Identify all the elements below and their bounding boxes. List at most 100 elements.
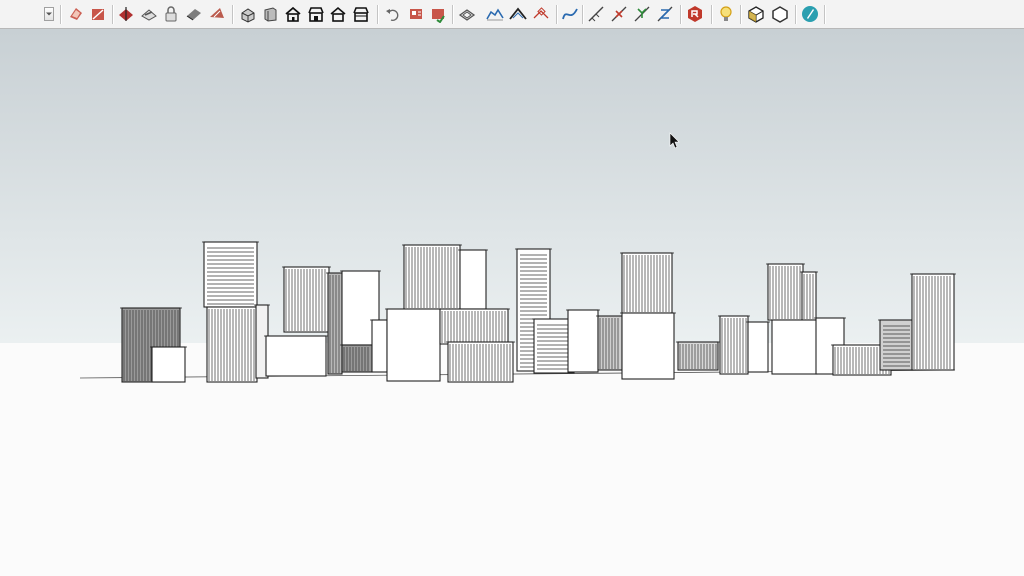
building-floor-lines bbox=[207, 247, 254, 305]
iso-view-icon bbox=[241, 8, 255, 23]
face-style-button[interactable] bbox=[184, 4, 204, 24]
sandbox-contours-button[interactable] bbox=[457, 4, 477, 24]
section-plane-icon bbox=[119, 7, 133, 21]
axis-y-button[interactable] bbox=[632, 4, 652, 24]
toolbar-separator bbox=[112, 5, 114, 24]
extension-button[interactable] bbox=[428, 4, 448, 24]
toolbar-separator bbox=[582, 5, 584, 24]
back-view-icon bbox=[330, 6, 346, 22]
building-2 bbox=[151, 346, 186, 383]
axis-x-icon bbox=[611, 6, 627, 22]
back-view-button[interactable] bbox=[328, 4, 348, 24]
sketchup-window bbox=[0, 0, 1024, 576]
styles-edit-button[interactable] bbox=[88, 4, 108, 24]
toolbar-separator bbox=[377, 5, 379, 24]
toolbar-separator bbox=[795, 5, 797, 24]
component-button[interactable] bbox=[746, 4, 766, 24]
building-11 bbox=[371, 319, 388, 373]
undo-icon bbox=[386, 9, 399, 22]
padlock-button[interactable] bbox=[161, 4, 181, 24]
top-view-button[interactable] bbox=[260, 4, 280, 24]
toolbar-separator bbox=[740, 5, 742, 24]
toolbar-separator bbox=[232, 5, 234, 24]
building-12 bbox=[403, 244, 461, 310]
toolbar-separator bbox=[824, 5, 826, 24]
sandbox-smoove-button[interactable] bbox=[508, 4, 528, 24]
right-view-icon bbox=[308, 7, 324, 22]
iso-view-button[interactable] bbox=[238, 4, 258, 24]
sandbox-scratch-icon bbox=[486, 8, 504, 21]
ruby-console-icon bbox=[688, 6, 702, 22]
pencil-circle-icon bbox=[802, 6, 818, 22]
building-13 bbox=[459, 249, 487, 310]
building-22 bbox=[621, 312, 675, 380]
front-view-button[interactable] bbox=[283, 4, 303, 24]
outliner-button[interactable] bbox=[770, 4, 790, 24]
toolbar-separator bbox=[60, 5, 62, 24]
city-skyline-model bbox=[0, 29, 1024, 576]
building-4 bbox=[206, 306, 258, 383]
axis-y-icon bbox=[634, 6, 650, 22]
undo-button[interactable] bbox=[383, 4, 403, 24]
building-28 bbox=[771, 319, 818, 375]
axis-z-button[interactable] bbox=[655, 4, 675, 24]
front-view-icon bbox=[285, 6, 301, 22]
section-plane-button[interactable] bbox=[116, 4, 136, 24]
toolbar bbox=[0, 0, 1024, 29]
styles-icon bbox=[70, 8, 82, 20]
axis-x-button[interactable] bbox=[609, 4, 629, 24]
sandbox-scratch-button[interactable] bbox=[485, 4, 505, 24]
outliner-icon bbox=[772, 6, 788, 23]
face-style-icon bbox=[186, 9, 201, 21]
toolbar-separator bbox=[680, 5, 682, 24]
sandbox-stamp-icon bbox=[533, 7, 549, 19]
right-view-button[interactable] bbox=[306, 4, 326, 24]
toolbar-separator bbox=[556, 5, 558, 24]
building-10 bbox=[341, 344, 373, 373]
component-icon bbox=[748, 6, 764, 23]
freehand-curve-icon bbox=[562, 8, 578, 20]
lightbulb-icon bbox=[720, 6, 732, 21]
padlock-icon bbox=[165, 6, 177, 22]
building-31 bbox=[879, 319, 914, 371]
left-view-icon bbox=[353, 7, 369, 22]
model-viewport[interactable] bbox=[0, 29, 1024, 576]
section-fill-icon bbox=[141, 9, 157, 21]
building-15 bbox=[439, 308, 509, 345]
freehand-curve-button[interactable] bbox=[560, 4, 580, 24]
toolbar-dropdown[interactable] bbox=[44, 7, 54, 21]
styles-edit-icon bbox=[92, 9, 104, 20]
warehouse-icon bbox=[410, 9, 422, 19]
axis-measure-button[interactable] bbox=[586, 4, 606, 24]
building-21 bbox=[621, 252, 673, 314]
building-25 bbox=[747, 321, 769, 373]
top-view-icon bbox=[264, 7, 277, 22]
building-32 bbox=[911, 273, 955, 371]
left-view-button[interactable] bbox=[351, 4, 371, 24]
chevron-down-icon bbox=[46, 12, 52, 16]
toolbar-separator bbox=[452, 5, 454, 24]
section-fill-button[interactable] bbox=[139, 4, 159, 24]
styles-button[interactable] bbox=[66, 4, 86, 24]
extension-icon bbox=[432, 9, 445, 23]
toolbar-separator bbox=[711, 5, 713, 24]
warehouse-button[interactable] bbox=[406, 4, 426, 24]
building-20 bbox=[597, 315, 623, 371]
building-facade-lines bbox=[599, 318, 619, 369]
pencil-circle-button[interactable] bbox=[800, 4, 820, 24]
building-19 bbox=[567, 309, 599, 373]
building-16 bbox=[447, 341, 514, 383]
shaded-button[interactable] bbox=[207, 4, 227, 24]
axis-z-icon bbox=[657, 6, 673, 22]
lightbulb-button[interactable] bbox=[716, 4, 736, 24]
building-facade-lines bbox=[449, 344, 511, 381]
shaded-icon bbox=[210, 8, 224, 18]
sandbox-smoove-icon bbox=[509, 7, 527, 20]
ruby-console-button[interactable] bbox=[685, 4, 705, 24]
axis-measure-icon bbox=[588, 6, 604, 22]
sandbox-stamp-button[interactable] bbox=[531, 4, 551, 24]
sky bbox=[0, 29, 1024, 343]
sandbox-contours-icon bbox=[458, 9, 476, 21]
building-7 bbox=[265, 335, 327, 377]
building-14 bbox=[386, 308, 441, 382]
